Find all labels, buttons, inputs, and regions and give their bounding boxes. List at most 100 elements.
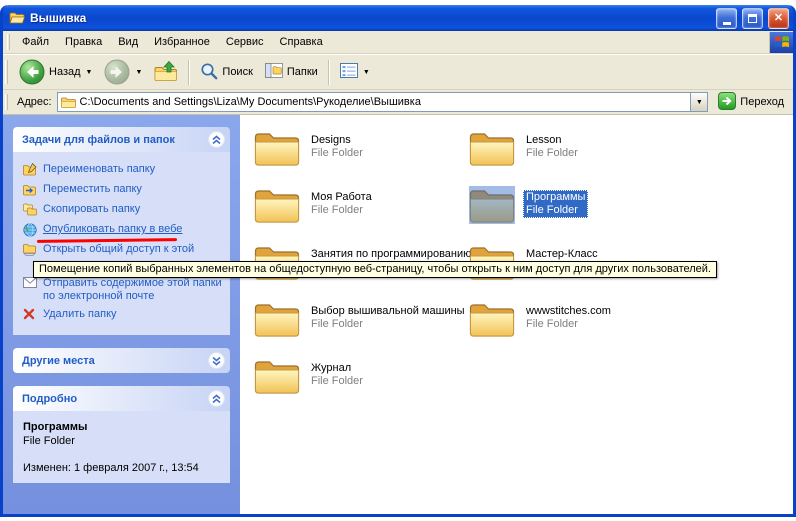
maximize-icon bbox=[748, 14, 757, 23]
toolbar: Назад ▼ ▼ Поиск Папки bbox=[3, 54, 793, 90]
other-places-header[interactable]: Другие места bbox=[13, 348, 230, 373]
menu-item[interactable]: Справка bbox=[272, 33, 331, 51]
go-button[interactable]: Переход bbox=[713, 92, 789, 113]
address-value: C:\Documents and Settings\Liza\My Docume… bbox=[76, 96, 691, 108]
forward-dropdown-icon[interactable]: ▼ bbox=[135, 69, 142, 76]
folder-icon bbox=[254, 186, 300, 224]
file-text: DesignsFile Folder bbox=[308, 133, 366, 161]
expand-chevron-icon[interactable] bbox=[208, 352, 225, 369]
section-title: Задачи для файлов и папок bbox=[22, 134, 175, 146]
close-button[interactable]: ✕ bbox=[768, 8, 789, 29]
task-item-label: Опубликовать папку в вебе bbox=[43, 222, 182, 236]
forward-button[interactable]: ▼ bbox=[99, 57, 147, 87]
file-text: LessonFile Folder bbox=[523, 133, 581, 161]
task-item[interactable]: Переместить папку bbox=[23, 182, 222, 198]
menu-item[interactable]: Правка bbox=[57, 33, 110, 51]
file-item[interactable]: ЖурналFile Folder bbox=[254, 357, 469, 414]
file-folder-tasks-list: Переименовать папку Переместить папку Скоп… bbox=[13, 152, 230, 335]
file-item[interactable]: Выбор вышивальной машиныFile Folder bbox=[254, 300, 469, 357]
up-button[interactable] bbox=[149, 58, 183, 87]
file-item[interactable]: wwwstitches.comFile Folder bbox=[469, 300, 684, 357]
task-item-label: Скопировать папку bbox=[43, 202, 140, 216]
address-dropdown-button[interactable]: ▼ bbox=[690, 93, 707, 111]
file-type: File Folder bbox=[311, 318, 465, 331]
task-item[interactable]: Опубликовать папку в вебе bbox=[23, 222, 222, 238]
file-item[interactable]: ПрограммыFile Folder bbox=[469, 186, 684, 243]
windows-logo-icon bbox=[769, 32, 793, 53]
file-name: wwwstitches.com bbox=[526, 305, 611, 318]
selection-overlay bbox=[469, 186, 515, 224]
file-item[interactable]: LessonFile Folder bbox=[469, 129, 684, 186]
details-modified: Изменен: 1 февраля 2007 г., 13:54 bbox=[23, 461, 222, 475]
section-details: Подробно Программы File Folder Изменен: … bbox=[13, 386, 230, 483]
details-name: Программы bbox=[23, 421, 222, 433]
collapse-chevron-icon[interactable] bbox=[208, 131, 225, 148]
folder-icon bbox=[254, 357, 300, 395]
menu-items: ФайлПравкаВидИзбранноеСервисСправка bbox=[14, 33, 769, 51]
file-type: File Folder bbox=[526, 204, 585, 217]
folder-icon bbox=[469, 129, 515, 167]
minimize-icon bbox=[723, 22, 731, 25]
tooltip: Помещение копий выбранных элементов на о… bbox=[33, 261, 717, 278]
menu-grip[interactable] bbox=[7, 34, 10, 49]
task-item[interactable]: Переименовать папку bbox=[23, 162, 222, 178]
folder-icon bbox=[254, 129, 300, 167]
task-item-label: Отправить содержимое этой папки по элект… bbox=[43, 276, 222, 303]
address-grip[interactable] bbox=[5, 94, 8, 111]
file-item[interactable]: Моя РаботаFile Folder bbox=[254, 186, 469, 243]
email-icon bbox=[23, 277, 37, 288]
minimize-button[interactable] bbox=[716, 8, 737, 29]
section-other-places: Другие места bbox=[13, 348, 230, 373]
address-label: Адрес: bbox=[17, 96, 52, 108]
file-item[interactable]: DesignsFile Folder bbox=[254, 129, 469, 186]
share-folder-icon bbox=[23, 243, 37, 256]
folder-icon bbox=[469, 186, 515, 224]
details-body: Программы File Folder Изменен: 1 февраля… bbox=[13, 411, 230, 483]
file-list-area[interactable]: DesignsFile Folder LessonFile Folder Моя Р… bbox=[240, 115, 793, 514]
back-dropdown-icon[interactable]: ▼ bbox=[86, 69, 93, 76]
file-name: Занятия по программированию bbox=[311, 248, 471, 261]
maximize-button[interactable] bbox=[742, 8, 763, 29]
menu-item[interactable]: Сервис bbox=[218, 33, 272, 51]
toolbar-separator-2 bbox=[328, 60, 330, 85]
task-item[interactable]: Открыть общий доступ к этой bbox=[23, 242, 222, 258]
folders-button[interactable]: Папки bbox=[260, 61, 323, 83]
delete-icon bbox=[23, 308, 37, 320]
menu-item[interactable]: Избранное bbox=[146, 33, 218, 51]
views-dropdown-icon[interactable]: ▼ bbox=[363, 69, 370, 76]
title-bar[interactable]: Вышивка ✕ bbox=[3, 5, 793, 31]
file-type: File Folder bbox=[311, 375, 363, 388]
file-text: wwwstitches.comFile Folder bbox=[523, 304, 614, 332]
move-folder-icon bbox=[23, 183, 37, 196]
task-item[interactable]: Удалить папку bbox=[23, 307, 222, 323]
file-type: File Folder bbox=[311, 147, 363, 160]
main-area: Задачи для файлов и папок Переименовать … bbox=[3, 115, 793, 514]
menu-item[interactable]: Вид bbox=[110, 33, 146, 51]
address-input[interactable]: C:\Documents and Settings\Liza\My Docume… bbox=[57, 92, 709, 112]
forward-icon bbox=[104, 59, 130, 85]
search-label: Поиск bbox=[222, 66, 252, 78]
toolbar-grip[interactable] bbox=[5, 60, 8, 84]
file-folder-tasks-header[interactable]: Задачи для файлов и папок bbox=[13, 127, 230, 152]
collapse-chevron-icon[interactable] bbox=[208, 390, 225, 407]
task-item-label: Переместить папку bbox=[43, 182, 142, 196]
views-button[interactable]: ▼ bbox=[335, 61, 375, 83]
explorer-window: Вышивка ✕ ФайлПравкаВидИзбранноеСервисСп… bbox=[0, 5, 796, 517]
go-icon bbox=[718, 92, 736, 113]
menu-bar: ФайлПравкаВидИзбранноеСервисСправка bbox=[3, 31, 793, 54]
file-name: Выбор вышивальной машины bbox=[311, 305, 465, 318]
menu-item[interactable]: Файл bbox=[14, 33, 57, 51]
task-item-label: Переименовать папку bbox=[43, 162, 155, 176]
search-button[interactable]: Поиск bbox=[195, 60, 257, 85]
back-label: Назад bbox=[49, 66, 81, 78]
file-name: Мастер-Класс bbox=[526, 248, 598, 261]
folder-icon bbox=[254, 300, 300, 338]
task-item[interactable]: Скопировать папку bbox=[23, 202, 222, 218]
toolbar-separator bbox=[188, 60, 190, 85]
address-folder-icon bbox=[61, 96, 76, 109]
details-header[interactable]: Подробно bbox=[13, 386, 230, 411]
rename-folder-icon bbox=[23, 163, 37, 176]
task-item[interactable]: Отправить содержимое этой папки по элект… bbox=[23, 276, 222, 303]
back-button[interactable]: Назад ▼ bbox=[14, 57, 97, 87]
section-title: Другие места bbox=[22, 355, 95, 367]
